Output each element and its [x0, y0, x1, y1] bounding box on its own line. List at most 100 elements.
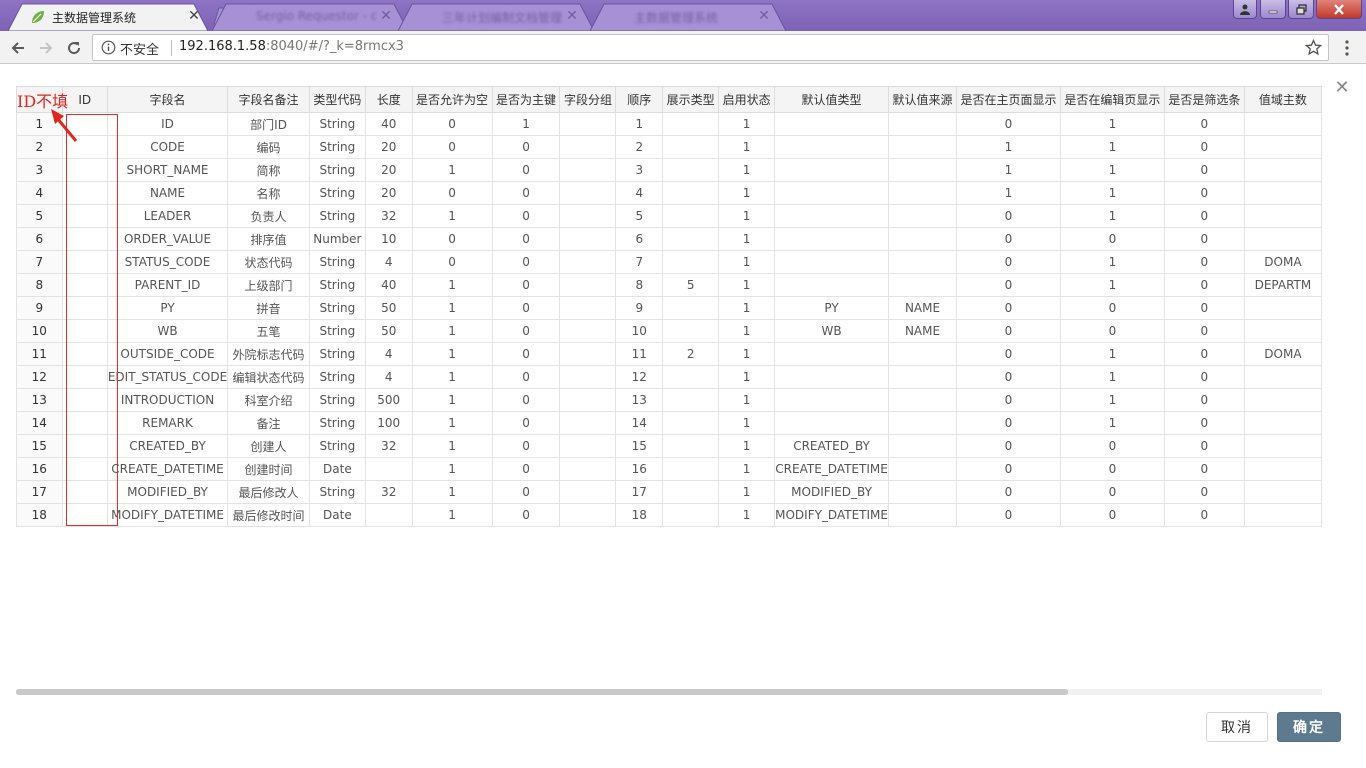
table-cell[interactable]: 1	[718, 503, 776, 527]
table-cell[interactable]: 0	[955, 227, 1061, 251]
table-cell[interactable]: 1	[1059, 112, 1165, 136]
table-cell[interactable]: String	[308, 158, 366, 182]
table-cell[interactable]: 1	[411, 273, 493, 297]
info-icon[interactable]	[101, 40, 116, 55]
table-cell[interactable]	[888, 388, 957, 412]
table-cell[interactable]	[559, 296, 617, 320]
table-cell[interactable]: 1	[615, 112, 664, 136]
table-cell[interactable]: 4	[615, 181, 664, 205]
close-icon[interactable]: ✕	[756, 8, 772, 24]
column-header[interactable]: 长度	[364, 86, 413, 113]
table-cell[interactable]: 10	[364, 227, 413, 251]
table-cell[interactable]: STATUS_CODE	[106, 250, 229, 274]
table-cell[interactable]: 0	[411, 181, 493, 205]
table-cell[interactable]	[61, 434, 108, 458]
table-cell[interactable]: 2	[615, 135, 664, 159]
table-cell[interactable]	[888, 342, 957, 366]
table-cell[interactable]: String	[308, 181, 366, 205]
table-cell[interactable]: 0	[491, 250, 561, 274]
table-cell[interactable]	[1243, 365, 1322, 389]
table-cell[interactable]: CREATED_BY	[774, 434, 890, 458]
table-cell[interactable]: 16	[615, 457, 664, 481]
back-arrow-icon[interactable]	[7, 37, 29, 59]
table-cell[interactable]: 创建人	[227, 434, 310, 458]
table-cell[interactable]	[774, 342, 890, 366]
table-cell[interactable]	[888, 434, 957, 458]
table-cell[interactable]: 0	[1163, 135, 1245, 159]
table-row[interactable]: 7 STATUS_CODE 状态代码 String 4 0 0 7 1 0 1 0 DOMA	[16, 250, 1322, 274]
table-cell[interactable]: 负责人	[227, 204, 310, 228]
table-cell[interactable]	[662, 181, 720, 205]
table-cell[interactable]	[364, 503, 413, 527]
table-cell[interactable]: 1	[718, 457, 776, 481]
table-cell[interactable]	[888, 411, 957, 435]
table-cell[interactable]: Number	[308, 227, 366, 251]
table-cell[interactable]	[774, 273, 890, 297]
table-cell[interactable]: 0	[1059, 457, 1165, 481]
table-cell[interactable]	[774, 181, 890, 205]
table-cell[interactable]	[1243, 503, 1322, 527]
table-cell[interactable]	[774, 204, 890, 228]
table-cell[interactable]: 1	[411, 319, 493, 343]
table-cell[interactable]	[662, 388, 720, 412]
tab-background[interactable]: 三年计划编制文档管理 ✕	[398, 3, 594, 31]
table-cell[interactable]	[662, 227, 720, 251]
table-cell[interactable]: 1	[718, 434, 776, 458]
table-cell[interactable]: 0	[1163, 411, 1245, 435]
table-cell[interactable]	[1243, 181, 1322, 205]
table-cell[interactable]	[559, 273, 617, 297]
table-cell[interactable]: 14	[615, 411, 664, 435]
table-cell[interactable]	[888, 158, 957, 182]
column-header[interactable]: 是否为主键	[491, 86, 561, 113]
table-cell[interactable]: 1	[718, 181, 776, 205]
table-row[interactable]: 16 CREATE_DATETIME 创建时间 Date 1 0 16 1 CREATE_DAT…	[16, 457, 1322, 481]
table-cell[interactable]: 0	[1163, 204, 1245, 228]
table-cell[interactable]: 1	[1059, 342, 1165, 366]
column-header[interactable]: 是否在主页面显示	[955, 86, 1061, 113]
table-cell[interactable]: 0	[491, 411, 561, 435]
table-cell[interactable]: 1	[411, 204, 493, 228]
table-cell[interactable]	[662, 480, 720, 504]
table-cell[interactable]	[61, 503, 108, 527]
table-cell[interactable]	[888, 250, 957, 274]
table-cell[interactable]	[1243, 296, 1322, 320]
table-cell[interactable]: 0	[491, 503, 561, 527]
table-cell[interactable]: PARENT_ID	[106, 273, 229, 297]
table-cell[interactable]	[559, 388, 617, 412]
table-cell[interactable]: 0	[1059, 227, 1165, 251]
table-cell[interactable]: NAME	[888, 319, 957, 343]
table-cell[interactable]: DEPARTM	[1243, 273, 1322, 297]
table-row[interactable]: 4 NAME 名称 String 20 0 0 4 1 1 1 0	[16, 181, 1322, 205]
table-cell[interactable]	[61, 480, 108, 504]
table-cell[interactable]: REMARK	[106, 411, 229, 435]
table-cell[interactable]: 1	[718, 112, 776, 136]
table-cell[interactable]	[662, 503, 720, 527]
address-bar[interactable]: 不安全 192.168.1.58:8040/#/?_k=8rmcx3	[92, 34, 1329, 61]
table-cell[interactable]	[1243, 135, 1322, 159]
table-cell[interactable]	[559, 457, 617, 481]
table-cell[interactable]: 20	[364, 181, 413, 205]
table-cell[interactable]: 4	[364, 250, 413, 274]
table-cell[interactable]: 2	[662, 342, 720, 366]
table-cell[interactable]: 1	[1059, 411, 1165, 435]
table-cell[interactable]: MODIFIED_BY	[106, 480, 229, 504]
table-cell[interactable]: 1	[718, 227, 776, 251]
table-row[interactable]: 18 MODIFY_DATETIME 最后修改时间 Date 1 0 18 1 MODIFY_D…	[16, 503, 1322, 527]
table-cell[interactable]	[364, 457, 413, 481]
table-cell[interactable]: 0	[411, 135, 493, 159]
table-cell[interactable]: 0	[491, 365, 561, 389]
table-cell[interactable]: 7	[615, 250, 664, 274]
table-cell[interactable]: 0	[1163, 296, 1245, 320]
table-cell[interactable]: 1	[718, 273, 776, 297]
table-cell[interactable]: 18	[615, 503, 664, 527]
table-cell[interactable]: 0	[1163, 273, 1245, 297]
table-cell[interactable]	[662, 411, 720, 435]
table-cell[interactable]	[61, 411, 108, 435]
close-icon[interactable]: ✕	[564, 8, 580, 24]
table-cell[interactable]: 100	[364, 411, 413, 435]
table-cell[interactable]: 1	[718, 388, 776, 412]
table-cell[interactable]: 0	[1163, 365, 1245, 389]
table-cell[interactable]: 状态代码	[227, 250, 310, 274]
tab-active[interactable]: 主数据管理系统 ✕	[8, 3, 208, 31]
table-cell[interactable]: 上级部门	[227, 273, 310, 297]
